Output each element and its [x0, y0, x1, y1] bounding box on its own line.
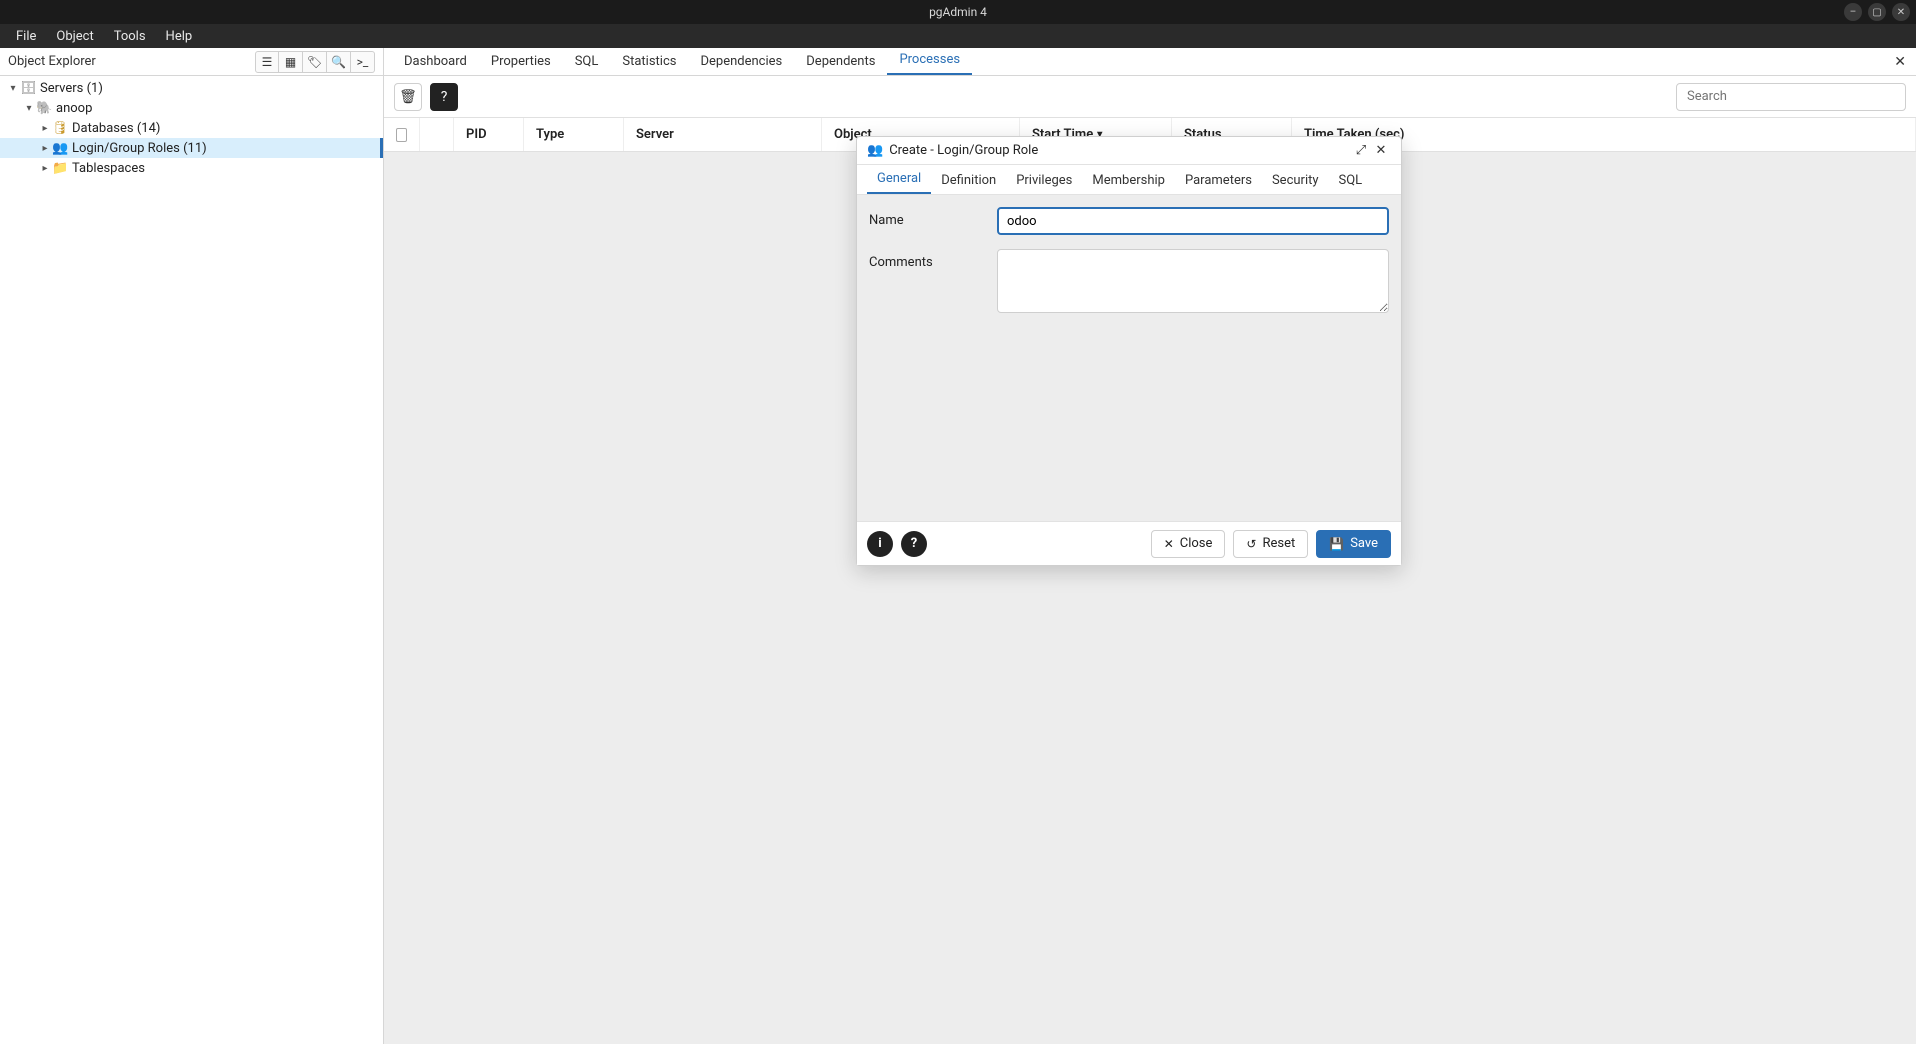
server-group-icon: 🗄	[20, 81, 36, 96]
object-explorer-tree[interactable]: ▾ 🗄 Servers (1) ▾ 🐘 anoop ▸ 🛢 Databases …	[0, 76, 384, 1044]
dialog-tab-privileges[interactable]: Privileges	[1006, 167, 1082, 194]
dialog-tab-general[interactable]: General	[867, 165, 931, 194]
explorer-tool-grid-icon[interactable]: ▦	[279, 51, 303, 73]
dialog-tab-membership[interactable]: Membership	[1082, 167, 1175, 194]
comments-textarea[interactable]	[997, 249, 1389, 313]
create-login-role-dialog: 👥 Create - Login/Group Role ⤢ ✕ General …	[856, 136, 1402, 566]
tab-processes[interactable]: Processes	[887, 46, 972, 75]
reset-icon: ↺	[1246, 537, 1256, 551]
app-title: pgAdmin 4	[929, 5, 987, 19]
help-icon: ?	[441, 89, 448, 105]
caret-down-icon[interactable]: ▾	[22, 103, 36, 114]
close-button[interactable]: ✕Close	[1151, 530, 1226, 558]
header-pid[interactable]: PID	[454, 118, 524, 151]
object-explorer-title: Object Explorer	[8, 54, 96, 69]
menu-help[interactable]: Help	[156, 26, 203, 47]
menu-tools[interactable]: Tools	[104, 26, 156, 47]
explorer-tool-tag-icon[interactable]: 🏷	[303, 51, 327, 73]
postgres-server-icon: 🐘	[36, 101, 52, 116]
close-icon: ✕	[1164, 537, 1174, 551]
reset-button[interactable]: ↺Reset	[1233, 530, 1308, 558]
tab-properties[interactable]: Properties	[479, 48, 563, 75]
info-button[interactable]: i	[867, 531, 893, 557]
menu-bar: File Object Tools Help	[0, 24, 1916, 48]
menu-object[interactable]: Object	[46, 26, 103, 47]
tab-dependencies[interactable]: Dependencies	[688, 48, 794, 75]
explorer-tool-layers-icon[interactable]: ☰	[255, 51, 279, 73]
help-button-dialog[interactable]: ?	[901, 531, 927, 557]
dialog-titlebar[interactable]: 👥 Create - Login/Group Role ⤢ ✕	[857, 137, 1401, 165]
tree-node-connection[interactable]: ▾ 🐘 anoop	[0, 98, 383, 118]
tree-node-tablespaces[interactable]: ▸ 📁 Tablespaces	[0, 158, 383, 178]
tree-label: Servers (1)	[40, 81, 103, 96]
delete-button[interactable]: 🗑	[394, 83, 422, 111]
dialog-title: Create - Login/Group Role	[889, 143, 1038, 158]
header-server[interactable]: Server	[624, 118, 822, 151]
dialog-tab-definition[interactable]: Definition	[931, 167, 1006, 194]
save-button[interactable]: 💾Save	[1316, 530, 1391, 558]
tab-close-icon[interactable]: ✕	[1894, 54, 1906, 70]
help-icon: ?	[911, 536, 917, 551]
dialog-tabs: General Definition Privileges Membership…	[857, 165, 1401, 195]
processes-toolbar: 🗑 ?	[384, 76, 1916, 118]
tree-label: anoop	[56, 101, 92, 116]
name-input[interactable]	[997, 207, 1389, 235]
tree-node-databases[interactable]: ▸ 🛢 Databases (14)	[0, 118, 383, 138]
window-titlebar: pgAdmin 4 – ▢ ✕	[0, 0, 1916, 24]
comments-label: Comments	[869, 249, 997, 317]
caret-right-icon[interactable]: ▸	[38, 143, 52, 154]
main-tabs: Dashboard Properties SQL Statistics Depe…	[384, 48, 1916, 75]
dialog-footer: i ? ✕Close ↺Reset 💾Save	[857, 521, 1401, 565]
dialog-expand-icon[interactable]: ⤢	[1351, 143, 1371, 158]
tablespace-icon: 📁	[52, 161, 68, 176]
dialog-tab-security[interactable]: Security	[1262, 167, 1329, 194]
window-minimize-button[interactable]: –	[1844, 3, 1862, 21]
info-icon: i	[878, 536, 881, 551]
dialog-tab-parameters[interactable]: Parameters	[1175, 167, 1262, 194]
tab-dashboard[interactable]: Dashboard	[392, 48, 479, 75]
dialog-close-icon[interactable]: ✕	[1371, 143, 1391, 158]
name-label: Name	[869, 207, 997, 235]
help-button[interactable]: ?	[430, 83, 458, 111]
tree-node-servers[interactable]: ▾ 🗄 Servers (1)	[0, 78, 383, 98]
caret-right-icon[interactable]: ▸	[38, 123, 52, 134]
menu-file[interactable]: File	[6, 26, 46, 47]
tree-label: Login/Group Roles (11)	[72, 141, 207, 156]
object-explorer-header: Object Explorer ☰ ▦ 🏷 🔍 >_	[0, 48, 384, 75]
caret-right-icon[interactable]: ▸	[38, 163, 52, 174]
window-close-button[interactable]: ✕	[1892, 3, 1910, 21]
tab-statistics[interactable]: Statistics	[610, 48, 688, 75]
select-all-checkbox[interactable]	[384, 118, 420, 151]
role-icon: 👥	[867, 143, 883, 158]
dialog-tab-sql[interactable]: SQL	[1329, 167, 1373, 194]
caret-down-icon[interactable]: ▾	[6, 83, 20, 94]
window-maximize-button[interactable]: ▢	[1868, 3, 1886, 21]
login-roles-icon: 👥	[52, 141, 68, 156]
save-icon: 💾	[1329, 537, 1344, 551]
content-area: 🗑 ? PID Type Server Object Start Time ▾ …	[384, 76, 1916, 1044]
explorer-tool-terminal-icon[interactable]: >_	[351, 51, 375, 73]
database-icon: 🛢	[52, 121, 68, 136]
explorer-tool-search-icon[interactable]: 🔍	[327, 51, 351, 73]
header-blank	[420, 118, 454, 151]
header-type[interactable]: Type	[524, 118, 624, 151]
tab-dependents[interactable]: Dependents	[794, 48, 887, 75]
tree-label: Tablespaces	[72, 161, 145, 176]
tab-sql[interactable]: SQL	[563, 48, 611, 75]
tree-node-login-group-roles[interactable]: ▸ 👥 Login/Group Roles (11)	[0, 138, 383, 158]
dialog-body: Name Comments	[857, 195, 1401, 521]
trash-icon: 🗑	[399, 89, 417, 105]
tree-label: Databases (14)	[72, 121, 160, 136]
search-input[interactable]	[1676, 83, 1906, 111]
